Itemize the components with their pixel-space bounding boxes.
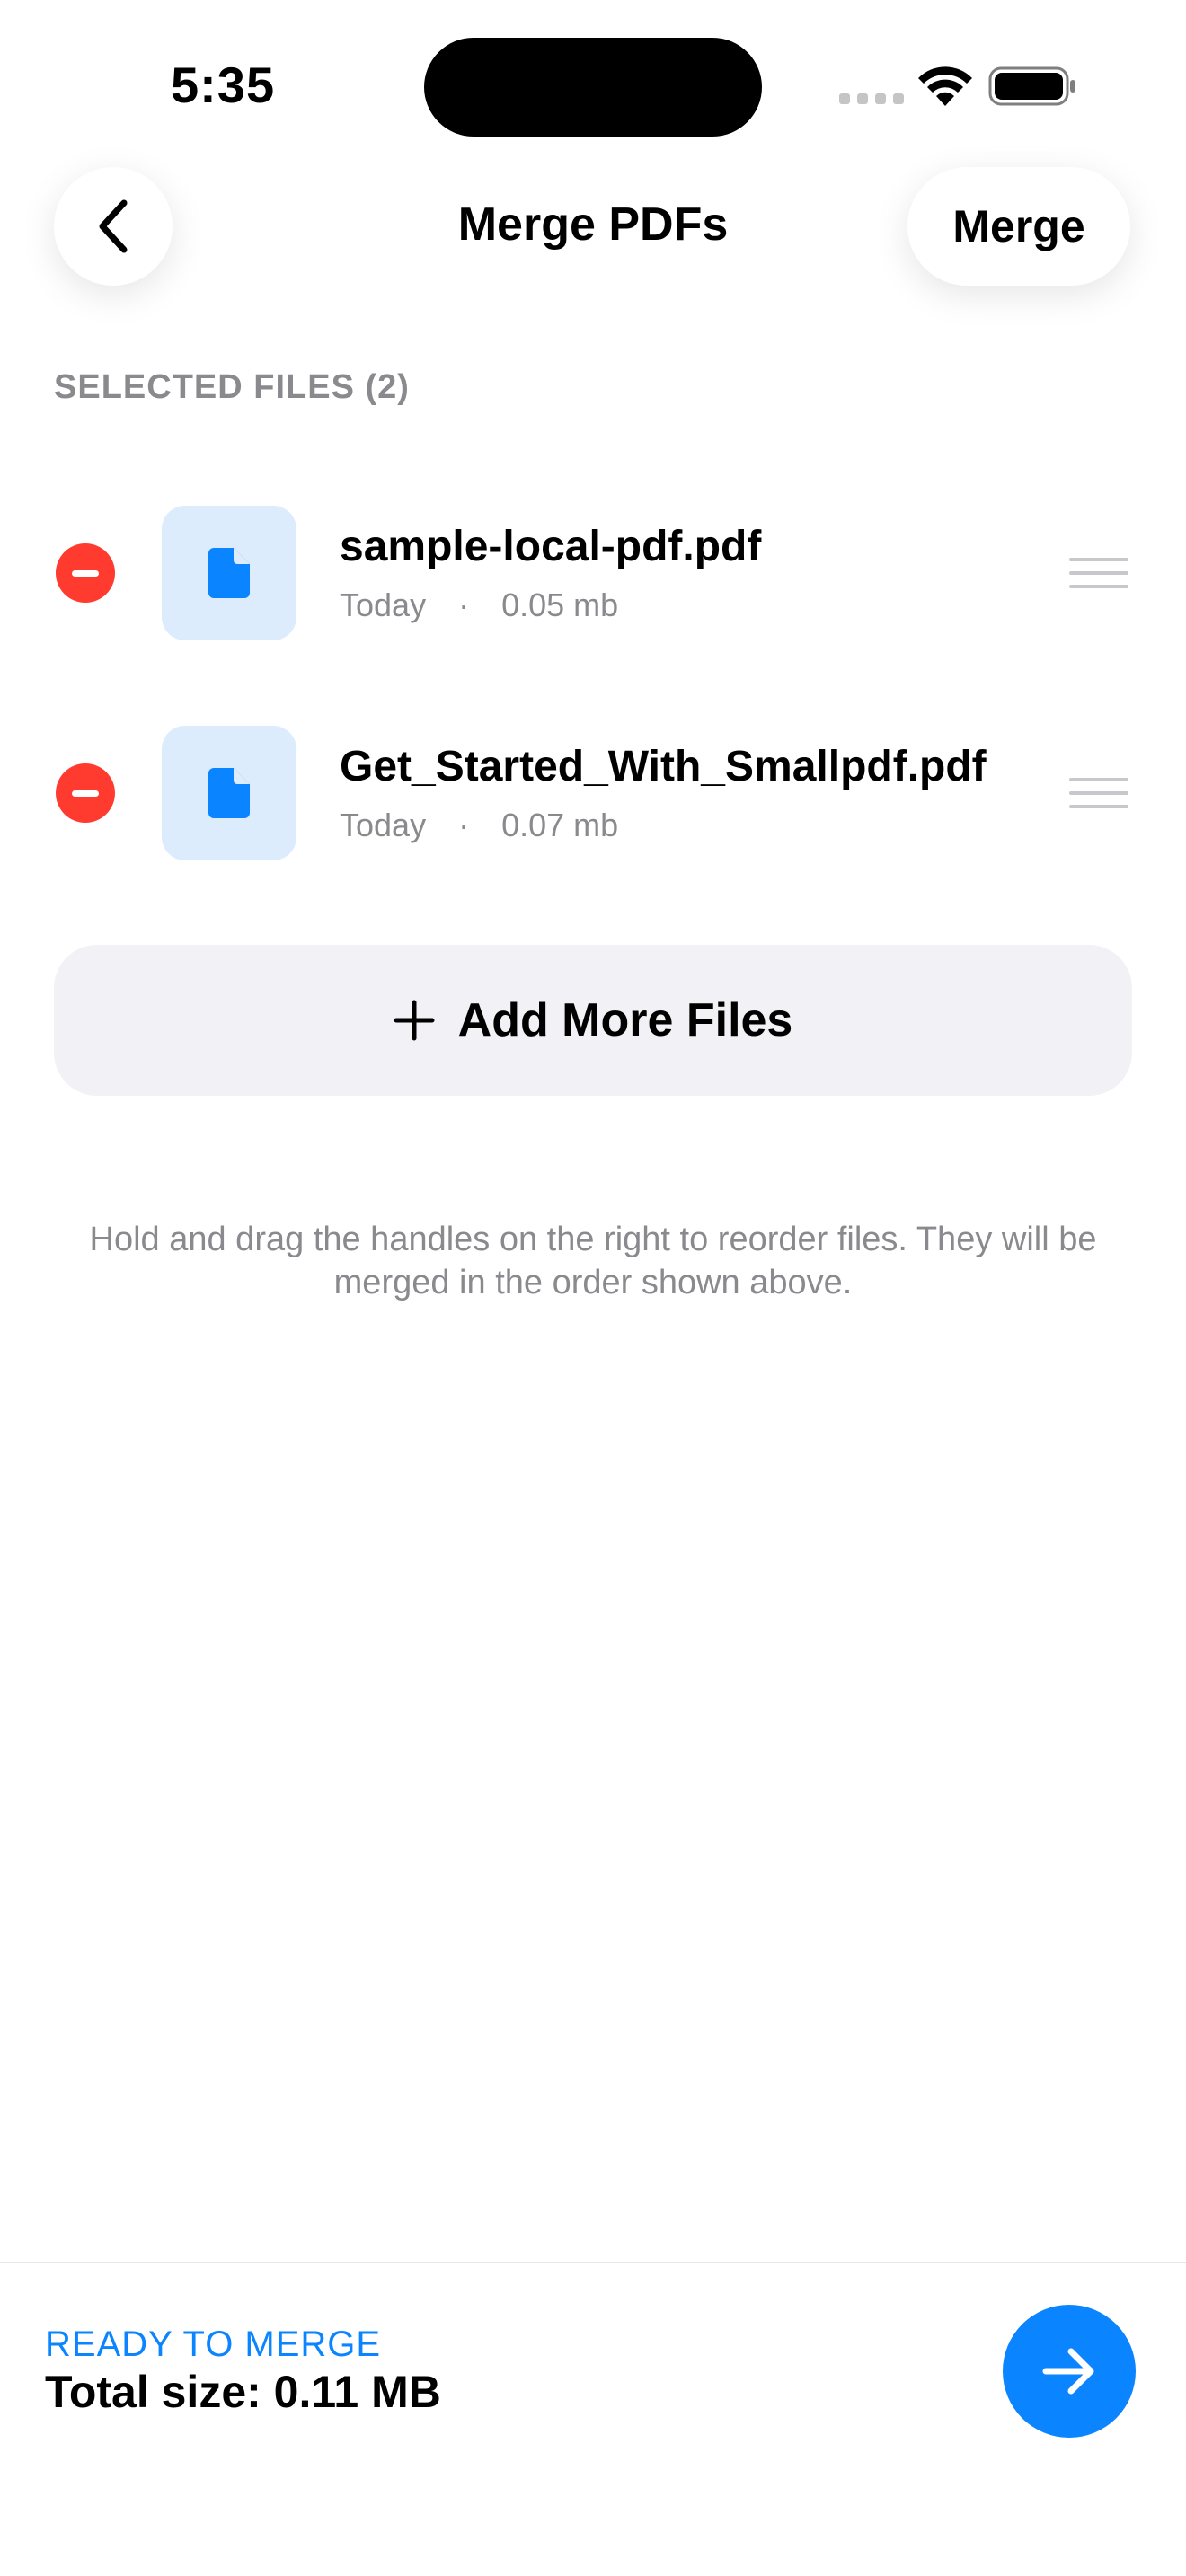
- file-date: Today: [340, 587, 427, 623]
- remove-file-button[interactable]: [56, 543, 115, 603]
- file-row[interactable]: Get_Started_With_Smallpdf.pdf Today · 0.07…: [0, 726, 1186, 860]
- file-size: 0.05 mb: [501, 587, 619, 623]
- plus-icon: [394, 1000, 435, 1041]
- file-date: Today: [340, 807, 427, 843]
- bottom-divider: [0, 2262, 1186, 2263]
- merge-status: READY TO MERGE: [45, 2325, 382, 2364]
- remove-file-button[interactable]: [56, 763, 115, 823]
- file-meta: Today · 0.05 mb: [340, 587, 618, 624]
- total-size: Total size: 0.11 MB: [45, 2367, 441, 2417]
- add-more-files-label: Add More Files: [457, 994, 793, 1046]
- status-bar: 5:35: [0, 0, 1186, 171]
- status-time: 5:35: [171, 57, 276, 113]
- next-button[interactable]: [1003, 2305, 1136, 2438]
- section-label: SELECTED FILES (2): [54, 368, 410, 406]
- file-meta: Today · 0.07 mb: [340, 807, 618, 844]
- cellular-signal-icon: [839, 93, 904, 104]
- drag-handle-icon[interactable]: [1069, 778, 1128, 808]
- minus-circle-icon: [72, 569, 99, 577]
- battery-icon: [988, 66, 1075, 106]
- drag-handle-icon[interactable]: [1069, 558, 1128, 588]
- dynamic-island: [424, 38, 762, 137]
- file-size: 0.07 mb: [501, 807, 619, 843]
- file-row[interactable]: sample-local-pdf.pdf Today · 0.05 mb: [0, 506, 1186, 640]
- meta-separator: ·: [458, 587, 470, 623]
- file-thumbnail: [162, 726, 296, 860]
- add-more-files-button[interactable]: Add More Files: [54, 945, 1132, 1096]
- merge-button[interactable]: Merge: [907, 167, 1130, 286]
- document-icon: [208, 768, 250, 818]
- file-name: Get_Started_With_Smallpdf.pdf: [340, 743, 987, 790]
- file-thumbnail: [162, 506, 296, 640]
- minus-circle-icon: [72, 790, 99, 797]
- meta-separator: ·: [458, 807, 470, 843]
- file-name: sample-local-pdf.pdf: [340, 523, 762, 570]
- document-icon: [208, 548, 250, 598]
- reorder-hint: Hold and drag the handles on the right t…: [89, 1221, 1097, 1301]
- wifi-icon: [918, 66, 972, 106]
- arrow-right-icon: [1042, 2348, 1094, 2395]
